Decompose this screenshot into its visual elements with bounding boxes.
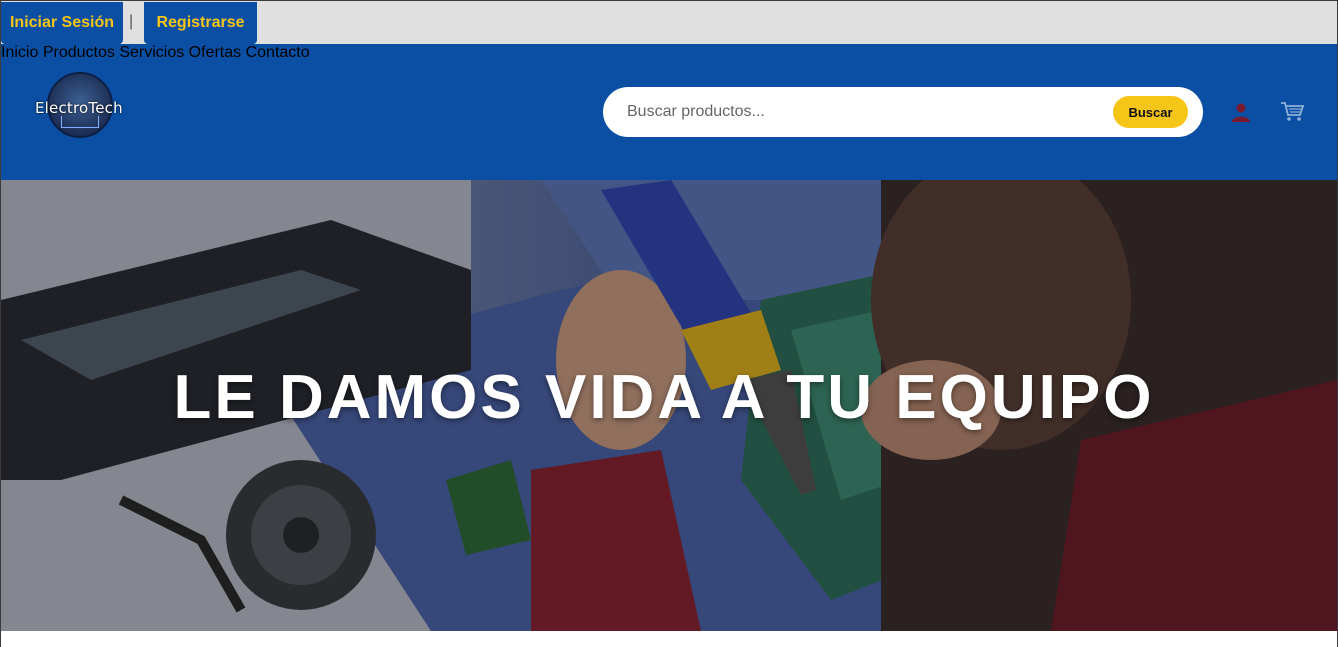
hero-banner: LE DAMOS VIDA A TU EQUIPO <box>1 180 1337 631</box>
auth-separator: | <box>129 13 134 30</box>
user-icon[interactable] <box>1230 101 1252 123</box>
main-nav: Inicio Productos Servicios Ofertas Conta… <box>1 44 1337 62</box>
nav-item-servicios[interactable]: Servicios <box>119 44 184 61</box>
nav-item-productos[interactable]: Productos <box>43 44 115 61</box>
register-button[interactable]: Registrarse <box>144 2 257 44</box>
login-button[interactable]: Iniciar Sesión <box>1 2 123 44</box>
search-input[interactable] <box>627 99 1097 125</box>
logo-text: ElectroTech <box>35 99 123 117</box>
search-bar: Buscar <box>603 87 1203 137</box>
nav-item-contacto[interactable]: Contacto <box>246 44 310 61</box>
logo-laptop-icon <box>61 116 99 128</box>
search-button[interactable]: Buscar <box>1113 96 1188 128</box>
site-header: ElectroTech Inicio Productos Servicios O… <box>1 44 1337 180</box>
cart-icon[interactable] <box>1280 100 1304 122</box>
nav-item-ofertas[interactable]: Ofertas <box>189 44 241 61</box>
nav-item-inicio[interactable]: Inicio <box>1 44 38 61</box>
page-bottom-strip <box>1 631 1337 647</box>
hero-title: LE DAMOS VIDA A TU EQUIPO <box>173 363 1155 432</box>
auth-bar: Iniciar Sesión | Registrarse <box>1 1 1337 44</box>
